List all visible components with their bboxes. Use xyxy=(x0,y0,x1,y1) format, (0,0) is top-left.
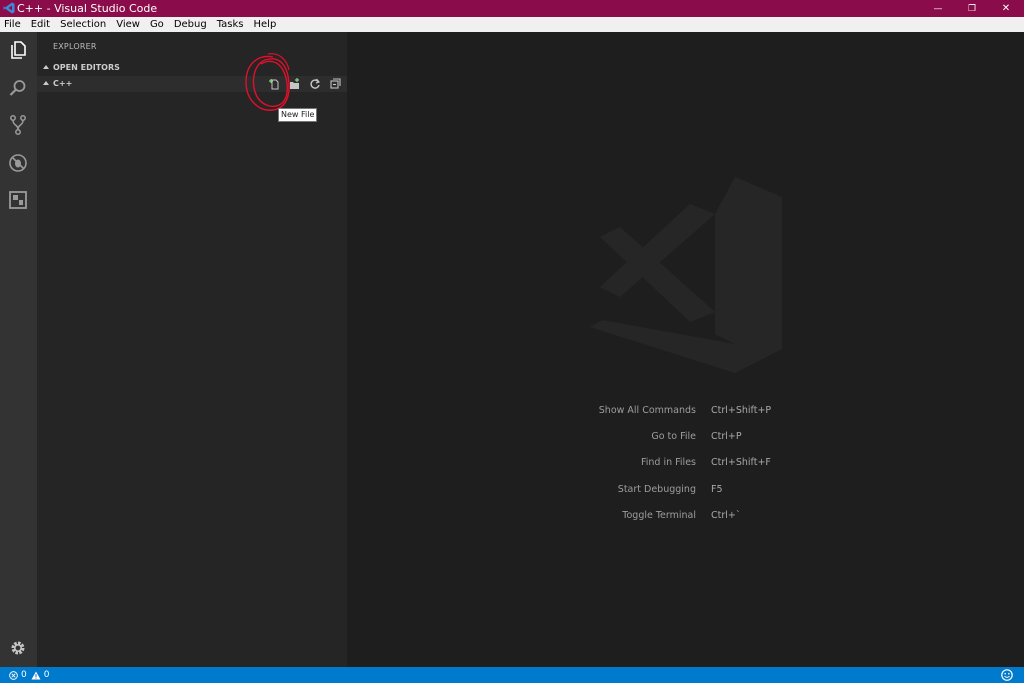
menu-file[interactable]: File xyxy=(0,17,26,32)
folder-label: C++ xyxy=(53,79,73,88)
chevron-down-icon xyxy=(43,81,49,85)
error-count: 0 xyxy=(21,670,27,680)
menu-selection[interactable]: Selection xyxy=(55,17,111,32)
debug-icon[interactable] xyxy=(6,151,30,175)
menu-edit[interactable]: Edit xyxy=(26,17,55,32)
red-circle-annotation xyxy=(245,53,290,111)
shortcut-key: Ctrl+Shift+P xyxy=(711,405,772,416)
shortcut-key: F5 xyxy=(711,484,723,495)
folder-header[interactable]: C++ xyxy=(37,76,347,92)
shortcut-row: Toggle Terminal Ctrl+` xyxy=(347,510,1024,524)
warning-icon xyxy=(31,671,41,679)
shortcut-key: Ctrl+Shift+F xyxy=(711,457,771,468)
shortcut-row: Show All Commands Ctrl+Shift+P xyxy=(347,405,1024,419)
editor-area: Show All Commands Ctrl+Shift+P Go to Fil… xyxy=(347,32,1024,667)
shortcut-row: Find in Files Ctrl+Shift+F xyxy=(347,457,1024,471)
smiley-icon xyxy=(1001,669,1013,681)
restore-icon: ❐ xyxy=(967,3,977,14)
refresh-button[interactable] xyxy=(309,78,321,90)
extensions-icon[interactable] xyxy=(6,188,30,212)
restore-button[interactable]: ❐ xyxy=(955,0,989,17)
menu-view[interactable]: View xyxy=(111,17,145,32)
minimize-button[interactable]: — xyxy=(921,0,955,17)
collapse-all-icon xyxy=(330,78,341,89)
shortcut-row: Go to File Ctrl+P xyxy=(347,431,1024,445)
source-control-icon[interactable] xyxy=(6,113,30,137)
menu-bar: File Edit Selection View Go Debug Tasks … xyxy=(0,17,1024,32)
minimize-icon: — xyxy=(933,3,943,14)
menu-go[interactable]: Go xyxy=(145,17,169,32)
gear-icon[interactable] xyxy=(6,636,30,660)
shortcut-row: Start Debugging F5 xyxy=(347,484,1024,498)
new-file-tooltip: New File xyxy=(278,108,318,122)
open-editors-header[interactable]: OPEN EDITORS xyxy=(37,60,347,76)
files-icon[interactable] xyxy=(6,38,30,62)
refresh-icon xyxy=(310,78,321,89)
search-icon[interactable] xyxy=(6,76,30,100)
collapse-all-button[interactable] xyxy=(330,78,342,90)
chevron-down-icon xyxy=(43,65,49,69)
explorer-title: EXPLORER xyxy=(53,42,97,51)
shortcut-command: Go to File xyxy=(651,431,696,442)
vscode-logo-icon xyxy=(3,2,15,14)
vscode-watermark-icon xyxy=(590,177,782,373)
close-icon: ✕ xyxy=(1001,3,1011,14)
explorer-sidebar: EXPLORER OPEN EDITORS C++ xyxy=(37,32,347,667)
error-icon xyxy=(9,670,18,680)
menu-debug[interactable]: Debug xyxy=(169,17,212,32)
problems-indicator[interactable]: 0 0 xyxy=(9,669,49,681)
title-bar: C++ - Visual Studio Code — ❐ ✕ xyxy=(0,0,1024,17)
window-title: C++ - Visual Studio Code xyxy=(17,2,158,15)
activity-bar xyxy=(0,32,37,667)
feedback-button[interactable] xyxy=(1001,669,1013,681)
shortcut-command: Start Debugging xyxy=(617,484,696,495)
menu-help[interactable]: Help xyxy=(249,17,282,32)
shortcut-command: Toggle Terminal xyxy=(622,510,696,521)
shortcut-key: Ctrl+` xyxy=(711,510,741,521)
shortcut-command: Find in Files xyxy=(640,457,696,468)
menu-tasks[interactable]: Tasks xyxy=(212,17,249,32)
close-window-button[interactable]: ✕ xyxy=(989,0,1023,17)
shortcut-command: Show All Commands xyxy=(598,405,696,416)
status-bar: 0 0 xyxy=(0,667,1024,683)
warning-count: 0 xyxy=(43,670,50,680)
open-editors-label: OPEN EDITORS xyxy=(53,63,120,72)
shortcut-key: Ctrl+P xyxy=(711,431,742,442)
